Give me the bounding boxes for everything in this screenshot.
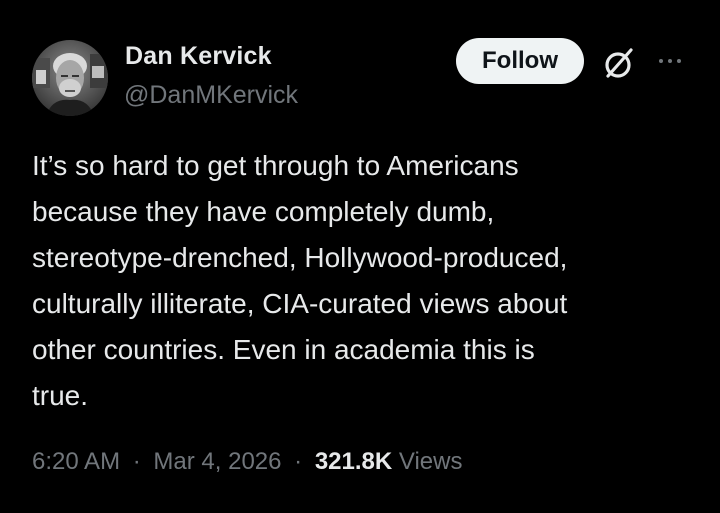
- views-count[interactable]: 321.8K: [315, 448, 392, 475]
- tweet-card: Dan Kervick @DanMKervick Follow It’s so …: [0, 0, 720, 513]
- more-dot: [659, 59, 663, 63]
- follow-button[interactable]: Follow: [456, 38, 584, 84]
- meta-separator: ·: [132, 448, 141, 475]
- profile-photo-icon: [32, 40, 108, 116]
- author-avatar[interactable]: [32, 40, 108, 116]
- more-dot: [677, 59, 681, 63]
- tweet-meta: 6:20 AM · Mar 4, 2026 · 321.8K Views: [32, 448, 462, 476]
- views-label[interactable]: Views: [399, 448, 463, 475]
- tweet-time[interactable]: 6:20 AM: [32, 448, 120, 475]
- author-handle[interactable]: @DanMKervick: [124, 81, 298, 110]
- author-display-name[interactable]: Dan Kervick: [125, 42, 272, 71]
- more-dot: [668, 59, 672, 63]
- tweet-date[interactable]: Mar 4, 2026: [153, 448, 281, 475]
- more-options-icon[interactable]: [652, 46, 688, 76]
- meta-separator: ·: [294, 448, 303, 475]
- grok-icon[interactable]: [600, 44, 638, 82]
- tweet-text: It’s so hard to get through to Americans…: [32, 150, 568, 411]
